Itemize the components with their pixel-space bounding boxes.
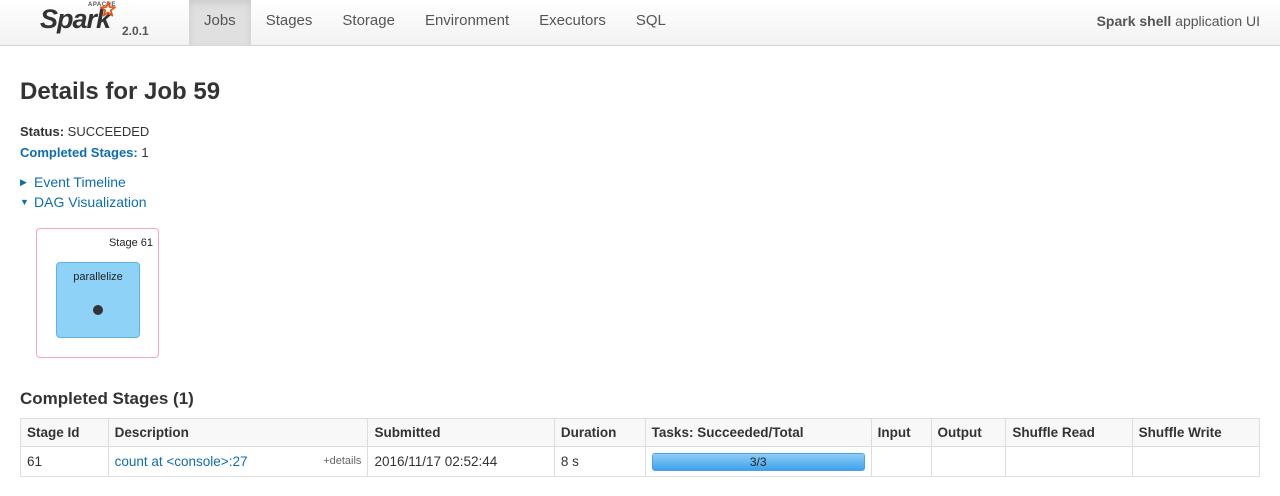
spark-logo[interactable]: APACHE Spark 2.0.1 xyxy=(38,0,158,46)
dag-rdd-cluster[interactable]: parallelize xyxy=(56,262,140,338)
dag-stage-label: Stage 61 xyxy=(108,237,153,249)
completed-stages-title: Completed Stages (1) xyxy=(20,389,194,408)
app-name: Spark shell xyxy=(1096,13,1172,29)
status-label: Status: xyxy=(20,124,65,139)
job-status: Status: SUCCEEDED xyxy=(20,124,149,139)
spark-version: 2.0.1 xyxy=(122,24,149,38)
tab-executors[interactable]: Executors xyxy=(524,0,621,46)
cell-description: count at <console>:27 +details xyxy=(107,446,369,477)
col-shuffle-read[interactable]: Shuffle Read xyxy=(1005,418,1133,447)
col-tasks[interactable]: Tasks: Succeeded/Total xyxy=(644,418,872,447)
completed-stages-link[interactable]: Completed Stages: xyxy=(20,145,138,160)
completed-stages-summary: Completed Stages: 1 xyxy=(20,145,149,160)
arrow-right-icon: ▶ xyxy=(20,176,27,187)
event-timeline-label: Event Timeline xyxy=(34,174,126,190)
tab-stages[interactable]: Stages xyxy=(251,0,328,46)
tasks-progress-text: 3/3 xyxy=(749,454,767,469)
col-shuffle-write[interactable]: Shuffle Write xyxy=(1131,418,1261,447)
cell-tasks: 3/3 xyxy=(644,446,872,477)
cell-output xyxy=(930,446,1007,477)
spark-star-icon xyxy=(100,1,116,17)
status-value: SUCCEEDED xyxy=(64,124,150,139)
tab-jobs[interactable]: Jobs xyxy=(189,0,251,46)
main-nav: Jobs Stages Storage Environment Executor… xyxy=(189,0,681,46)
cell-shuffle-write xyxy=(1131,446,1261,477)
event-timeline-toggle[interactable]: ▶ Event Timeline xyxy=(20,174,126,190)
dag-visualization-toggle[interactable]: ▼ DAG Visualization xyxy=(20,194,147,210)
tab-environment[interactable]: Environment xyxy=(410,0,524,46)
tab-sql[interactable]: SQL xyxy=(621,0,681,46)
col-stage-id[interactable]: Stage Id xyxy=(20,418,109,447)
completed-stages-count: 1 xyxy=(137,145,149,160)
cell-shuffle-read xyxy=(1005,446,1133,477)
cell-submitted: 2016/11/17 02:52:44 xyxy=(367,446,555,477)
col-submitted[interactable]: Submitted xyxy=(367,418,555,447)
dag-rdd-label: parallelize xyxy=(73,271,123,283)
table-row: 61 count at <console>:27 +details 2016/1… xyxy=(20,446,1261,477)
tasks-progress-bar: 3/3 xyxy=(651,452,865,471)
tab-storage[interactable]: Storage xyxy=(327,0,410,46)
col-description[interactable]: Description xyxy=(107,418,369,447)
cell-duration: 8 s xyxy=(553,446,646,477)
col-output[interactable]: Output xyxy=(930,418,1007,447)
navbar: APACHE Spark 2.0.1 Jobs Stages Storage E… xyxy=(0,0,1280,46)
col-input[interactable]: Input xyxy=(870,418,932,447)
app-suffix: application UI xyxy=(1171,13,1260,29)
stage-description-link[interactable]: count at <console>:27 xyxy=(115,454,248,469)
dag-node-dot[interactable] xyxy=(93,305,103,315)
details-toggle[interactable]: +details xyxy=(323,455,361,467)
table-header-row: Stage Id Description Submitted Duration … xyxy=(20,418,1261,447)
dag-visualization-label: DAG Visualization xyxy=(34,194,147,210)
cell-input xyxy=(870,446,932,477)
arrow-down-icon: ▼ xyxy=(20,197,29,207)
completed-stages-table: Stage Id Description Submitted Duration … xyxy=(20,418,1261,477)
dag-stage-cluster[interactable]: Stage 61 parallelize xyxy=(36,228,159,358)
app-title: Spark shell application UI xyxy=(1097,0,1260,42)
cell-stage-id: 61 xyxy=(20,446,109,477)
page-title: Details for Job 59 xyxy=(20,78,221,105)
col-duration[interactable]: Duration xyxy=(553,418,646,447)
